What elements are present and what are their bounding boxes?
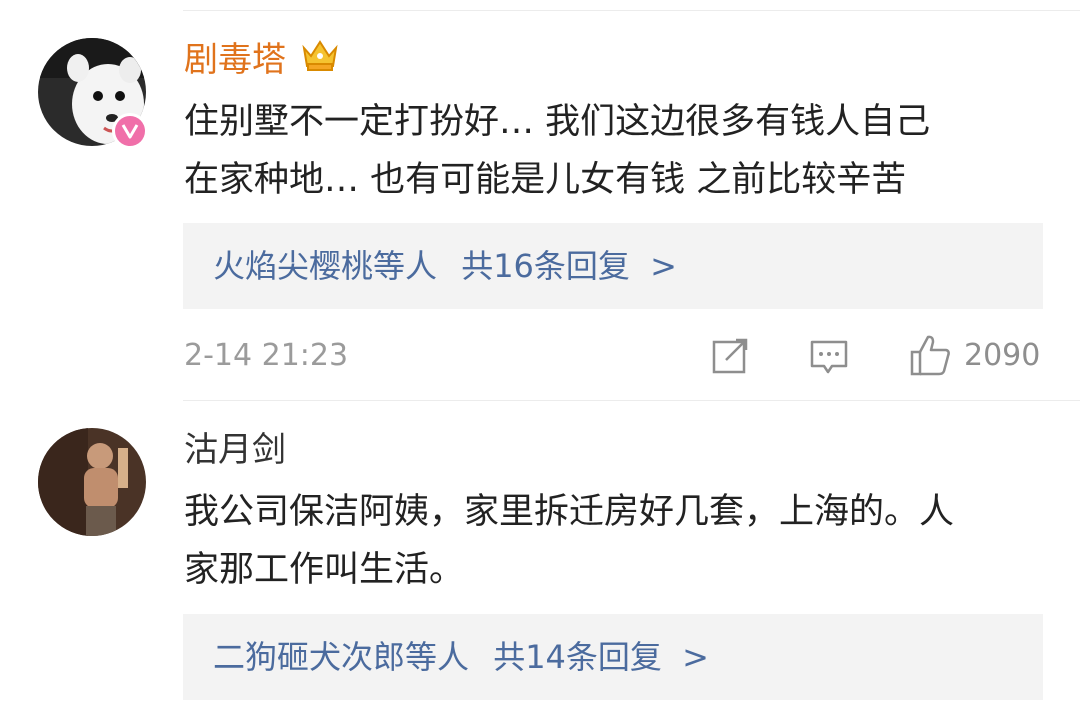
crown-icon [302, 38, 338, 76]
reply-count: 共14条回复 [493, 638, 662, 676]
timestamp: 2-14 21:23 [184, 338, 349, 373]
verified-badge-icon [112, 113, 148, 149]
top-divider [183, 10, 1080, 11]
comment-text-line: 家那工作叫生活。 [184, 550, 465, 590]
reply-users: 二狗砸犬次郎等人 [213, 638, 470, 676]
username[interactable]: 沽月剑 [184, 430, 286, 470]
like-count: 2090 [964, 338, 1041, 373]
replies-link[interactable]: 火焰尖樱桃等人 共16条回复 > [183, 223, 1043, 309]
forward-icon[interactable] [712, 338, 750, 378]
divider [183, 400, 1080, 401]
chevron-right-icon: > [650, 247, 677, 285]
replies-link[interactable]: 二狗砸犬次郎等人 共14条回复 > [183, 614, 1043, 700]
comment-text: 我公司保洁阿姨，家里拆迁房好几套，上海的。人 家那工作叫生活。 [184, 483, 1054, 599]
reply-count: 共16条回复 [461, 247, 630, 285]
avatar[interactable] [38, 428, 146, 536]
reply-users: 火焰尖樱桃等人 [213, 247, 438, 285]
comment-text-line: 在家种地… 也有可能是儿女有钱 之前比较辛苦 [184, 160, 907, 200]
comment-text-line: 住别墅不一定打扮好… 我们这边很多有钱人自己 [184, 102, 931, 142]
comment-text: 住别墅不一定打扮好… 我们这边很多有钱人自己 在家种地… 也有可能是儿女有钱 之… [184, 93, 1054, 209]
like-icon[interactable] [910, 334, 952, 380]
comment-text-line: 我公司保洁阿姨，家里拆迁房好几套，上海的。人 [184, 492, 955, 532]
username[interactable]: 剧毒塔 [184, 40, 286, 80]
chevron-right-icon: > [682, 638, 709, 676]
comment-icon[interactable] [810, 340, 848, 380]
